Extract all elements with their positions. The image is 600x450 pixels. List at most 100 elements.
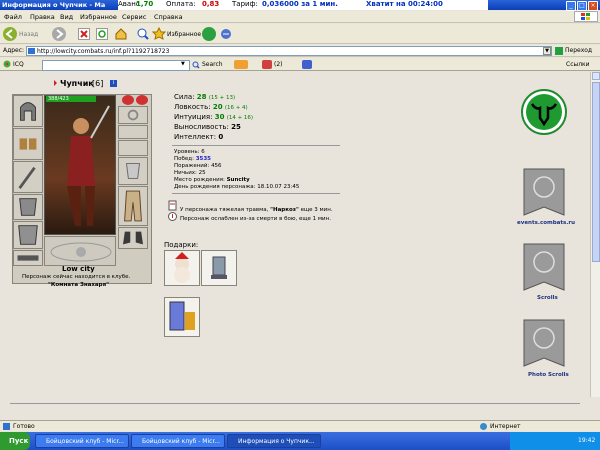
menu-edit[interactable]: Правка [30,13,55,21]
divider [172,193,340,194]
minimize-button[interactable]: _ [566,1,576,11]
go-arrow-icon[interactable] [555,47,563,55]
counter-value[interactable]: (2) [274,61,283,68]
ring-slot[interactable] [118,140,148,156]
rune-icon[interactable] [122,95,134,105]
stat-agility: Ловкость: 20 (16 + 4) [174,103,248,111]
armor-slot[interactable] [13,194,43,220]
photo-scrolls-banner-icon[interactable] [522,318,566,368]
oplata-value: 0,83 [202,0,220,8]
toolbar: Назад Избранное [0,24,600,44]
stat-endurance: Выносливость: 25 [174,123,241,131]
helmet-slot[interactable] [13,95,43,127]
back-arrow-icon[interactable] [3,27,17,41]
scroll-up-icon[interactable] [592,72,600,80]
oplata-label: Оплата: [166,0,196,8]
events-banner-icon[interactable] [522,167,566,217]
history-icon[interactable] [202,27,216,41]
tarif-value: 0,036000 за 1 мин. [262,0,338,8]
icq-dropdown-icon[interactable]: ▼ [181,61,188,68]
favorites-star-icon[interactable] [151,26,167,41]
photo-scrolls-link[interactable]: Photo Scrolls [528,372,569,378]
gift-lamp[interactable] [201,250,237,286]
menu-file[interactable]: Файл [4,13,22,21]
zone-text: Интернет [490,423,521,430]
boots-slot[interactable] [118,227,148,249]
refresh-icon[interactable] [96,28,108,40]
info-wins: Побед: 3535 [174,156,211,162]
legs-slot[interactable] [118,186,148,226]
mail-icon[interactable] [220,28,232,40]
taskbar: Пуск Бойцовский клуб - Micr... Бойцовски… [0,432,600,450]
message-icon[interactable] [234,60,248,69]
vertical-scrollbar[interactable] [590,72,600,397]
search-star-icon[interactable] [136,27,150,41]
menu-tools[interactable]: Сервис [122,13,146,21]
character-name: Чупчик [60,79,94,88]
links-label[interactable]: Ссылки [566,61,590,68]
info-icon[interactable]: i [110,80,117,87]
weapon-left-slot[interactable] [13,161,43,193]
scrolls-banner-icon[interactable] [522,242,566,292]
chest-slot[interactable] [13,221,43,249]
info-birthplace: Место рождения: Suncity [174,177,250,183]
user-icon[interactable] [302,60,312,69]
bracers-slot[interactable] [13,128,43,160]
ring-slot[interactable] [118,125,148,139]
bull-logo-icon[interactable] [520,88,568,136]
stop-icon[interactable] [78,28,90,40]
gift-drinks[interactable] [164,297,200,337]
close-button[interactable]: × [588,1,598,11]
stat-intellect: Интеллект: 0 [174,133,224,141]
favorites-label[interactable]: Избранное [167,31,201,38]
task-browser-1[interactable]: Бойцовский клуб - Micr... [35,434,129,448]
stat-strength: Сила: 28 (15 + 13) [174,93,236,101]
search-button[interactable]: Search [202,61,223,68]
home-icon[interactable] [114,27,128,41]
weakness-text: Персонаж ослаблен из-за смерти в бою, ещ… [180,216,331,222]
back-label[interactable]: Назад [19,31,38,38]
task-browser-2[interactable]: Бойцовский клуб - Micr... [131,434,225,448]
city-name: Low city [62,265,95,273]
scrolls-link[interactable]: Scrolls [537,295,558,301]
divider [172,145,340,146]
windows-logo-icon [574,11,598,22]
menu-help[interactable]: Справка [154,13,183,21]
page-content: Чупчик [6] i 388/423 Low city Персонаж с… [0,72,590,397]
info-losses: Поражений: 456 [174,163,222,169]
status-bar: Готово Интернет [0,420,600,431]
gloves-slot[interactable] [118,157,148,185]
trauma-icon[interactable] [168,200,177,211]
maximize-button[interactable]: □ [577,1,587,11]
menu-view[interactable]: Вид [60,13,73,21]
start-button[interactable]: Пуск [0,432,30,450]
belt-slot[interactable] [13,250,43,266]
counter-icon[interactable] [262,60,272,69]
address-dropdown-icon[interactable]: ▼ [543,47,551,55]
clock: 19:42 [578,437,596,444]
character-avatar [44,95,116,235]
ring-slot[interactable] [118,106,148,124]
address-input[interactable]: http://lowcity.combats.ru/inf.pl?1192718… [26,46,552,56]
trauma-text: У персонажа тяжелая травма, "Наркоз" еще… [180,207,333,213]
task-browser-active[interactable]: Информация о Чупчик... [227,434,321,448]
tarif-label: Тариф: [232,0,258,8]
menu-favorites[interactable]: Избранное [80,13,117,21]
location-room: "Комната Знахаря" [48,282,109,288]
events-link[interactable]: events.combats.ru [517,220,575,226]
icq-label[interactable]: ICQ [13,61,24,68]
red-arrow-icon[interactable] [48,80,57,86]
icq-search-input[interactable] [42,60,190,71]
scroll-thumb[interactable] [592,82,600,262]
divider [10,403,580,404]
gift-teddy-bear[interactable] [164,250,200,286]
location-text: Персонаж сейчас находится в клубе. [22,274,131,280]
go-button[interactable]: Переход [565,47,592,54]
forward-arrow-icon[interactable] [52,27,66,41]
weakness-icon[interactable] [168,211,177,222]
icq-flower-icon[interactable] [3,60,11,68]
search-icon[interactable] [192,61,200,69]
emblem-decoration [44,236,116,266]
horizontal-area [0,397,600,420]
rune-icon[interactable] [136,95,148,105]
